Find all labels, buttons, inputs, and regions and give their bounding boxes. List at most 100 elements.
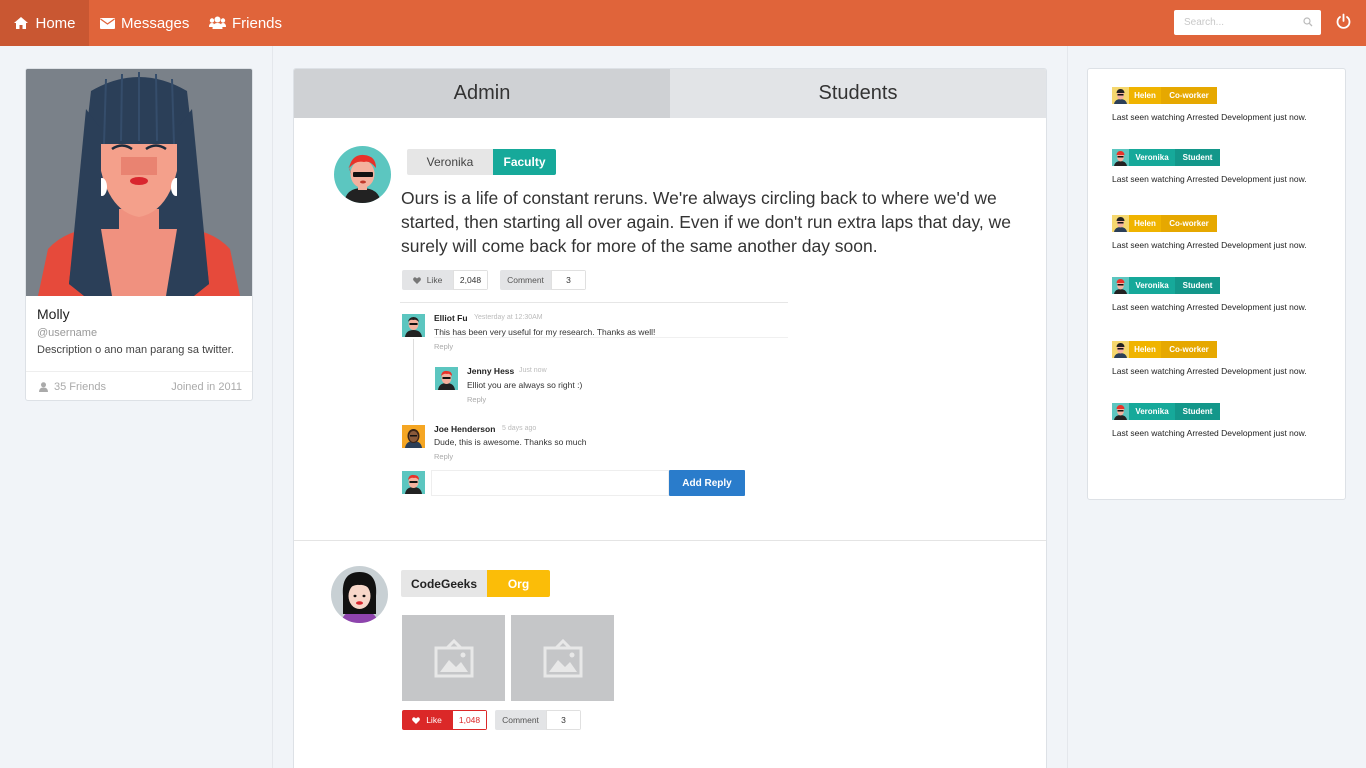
activity-name: Veronika	[1129, 277, 1175, 294]
veronika-avatar	[1112, 277, 1129, 294]
post-author-name: CodeGeeks	[401, 570, 487, 597]
comment-reply-link[interactable]: Reply	[467, 395, 486, 404]
comment-author[interactable]: Elliot Fu	[434, 313, 468, 323]
activity-text: Last seen watching Arrested Development …	[1112, 240, 1307, 250]
comment-reply-link[interactable]: Reply	[434, 452, 453, 461]
post-author-avatar[interactable]	[334, 146, 391, 203]
nav-home-label: Home	[35, 14, 76, 32]
post-author-tag[interactable]: Veronika Faculty	[407, 149, 556, 175]
friends-count-label: 35 Friends	[54, 381, 106, 393]
comment-author[interactable]: Jenny Hess	[467, 366, 514, 376]
post-author-avatar[interactable]	[331, 566, 388, 623]
like-count: 2,048	[453, 270, 488, 290]
veronika-avatar	[1112, 403, 1129, 420]
comment-avatar[interactable]	[435, 367, 458, 390]
user-icon	[39, 382, 48, 392]
comment-time: Just now	[519, 367, 547, 374]
jenny-avatar	[435, 367, 458, 390]
image-icon	[434, 638, 473, 678]
like-button-active[interactable]: Like 1,048	[402, 710, 487, 730]
joe-avatar	[402, 425, 425, 448]
reply-input[interactable]	[431, 470, 669, 496]
comment-author[interactable]: Joe Henderson	[434, 424, 495, 434]
activity-user-badge[interactable]: Helen Co-worker	[1112, 87, 1217, 104]
helen-avatar	[1112, 341, 1129, 358]
post-author-role: Faculty	[493, 149, 556, 175]
elliot-avatar	[402, 314, 425, 337]
power-icon[interactable]	[1335, 13, 1352, 30]
image-placeholder[interactable]	[511, 615, 614, 701]
comment-divider	[434, 337, 788, 338]
activity-role: Student	[1175, 403, 1220, 420]
tab-admin[interactable]: Admin	[294, 69, 670, 118]
like-label: Like	[426, 275, 443, 285]
joined-date: Joined in 2011	[171, 381, 242, 393]
activity-name: Helen	[1129, 341, 1161, 358]
profile-card: Molly @username Description o ano man pa…	[25, 68, 253, 401]
comments-divider	[400, 302, 788, 303]
activity-text: Last seen watching Arrested Development …	[1112, 112, 1307, 122]
home-icon	[14, 17, 29, 29]
thread-line	[413, 339, 414, 421]
activity-user-badge[interactable]: Helen Co-worker	[1112, 215, 1217, 232]
image-icon	[543, 638, 582, 678]
search-icon[interactable]	[1303, 17, 1313, 27]
envelope-icon	[100, 17, 115, 29]
activity-role: Co-worker	[1161, 341, 1217, 358]
activity-user-badge[interactable]: Veronika Student	[1112, 149, 1220, 166]
comment-count: 3	[546, 710, 581, 730]
veronika-avatar	[334, 146, 391, 203]
activity-user-badge[interactable]: Veronika Student	[1112, 277, 1220, 294]
heart-icon	[412, 276, 421, 284]
post-author-tag[interactable]: CodeGeeks Org	[401, 570, 550, 597]
image-placeholder[interactable]	[402, 615, 505, 701]
helen-avatar	[1112, 215, 1129, 232]
profile-description: Description o ano man parang sa twitter.	[37, 344, 234, 356]
nav-friends[interactable]: Friends	[209, 0, 282, 46]
comment-avatar[interactable]	[402, 425, 425, 448]
comment-time: Yesterday at 12:30AM	[474, 314, 543, 321]
nav-friends-label: Friends	[232, 14, 283, 32]
friends-count-link[interactable]: 35 Friends	[39, 381, 106, 393]
comment-text: Elliot you are always so right :)	[467, 380, 583, 390]
search-box	[1174, 10, 1321, 35]
activity-name: Helen	[1129, 215, 1161, 232]
activity-role: Student	[1175, 277, 1220, 294]
activity-text: Last seen watching Arrested Development …	[1112, 428, 1307, 438]
activity-text: Last seen watching Arrested Development …	[1112, 302, 1307, 312]
comment-text: This has been very useful for my researc…	[434, 327, 656, 337]
post-text: Ours is a life of constant reruns. We're…	[401, 188, 1012, 256]
feed-panel: Admin Students Veronika Faculty Ours is …	[293, 68, 1047, 768]
activity-user-badge[interactable]: Helen Co-worker	[1112, 341, 1217, 358]
activity-text: Last seen watching Arrested Development …	[1112, 366, 1307, 376]
activity-user-badge[interactable]: Veronika Student	[1112, 403, 1220, 420]
comment-button[interactable]: Comment 3	[500, 270, 586, 290]
add-reply-button[interactable]: Add Reply	[669, 470, 745, 496]
profile-username: @username	[37, 327, 98, 339]
veronika-avatar	[1112, 149, 1129, 166]
profile-image[interactable]	[26, 69, 252, 296]
users-icon	[209, 16, 226, 29]
like-button[interactable]: Like 2,048	[402, 270, 488, 290]
activity-text: Last seen watching Arrested Development …	[1112, 174, 1307, 184]
helen-avatar	[1112, 87, 1129, 104]
activity-name: Veronika	[1129, 149, 1175, 166]
comment-count: 3	[551, 270, 586, 290]
comment-time: 5 days ago	[502, 425, 537, 432]
comment-text: Dude, this is awesome. Thanks so much	[434, 437, 587, 447]
activity-role: Co-worker	[1161, 87, 1217, 104]
comment-label: Comment	[495, 710, 546, 730]
column-divider-right	[1067, 46, 1068, 768]
current-user-avatar	[402, 471, 425, 494]
profile-name[interactable]: Molly	[37, 306, 70, 322]
profile-footer: 35 Friends Joined in 2011	[26, 371, 252, 400]
nav-messages[interactable]: Messages	[100, 0, 189, 46]
comment-reply-link[interactable]: Reply	[434, 342, 453, 351]
activity-name: Veronika	[1129, 403, 1175, 420]
comment-button[interactable]: Comment 3	[495, 710, 581, 730]
search-input[interactable]	[1174, 10, 1292, 35]
top-navbar: Home Messages Friends	[0, 0, 1366, 46]
comment-avatar[interactable]	[402, 314, 425, 337]
nav-home[interactable]: Home	[0, 0, 89, 46]
tab-students[interactable]: Students	[670, 69, 1046, 118]
